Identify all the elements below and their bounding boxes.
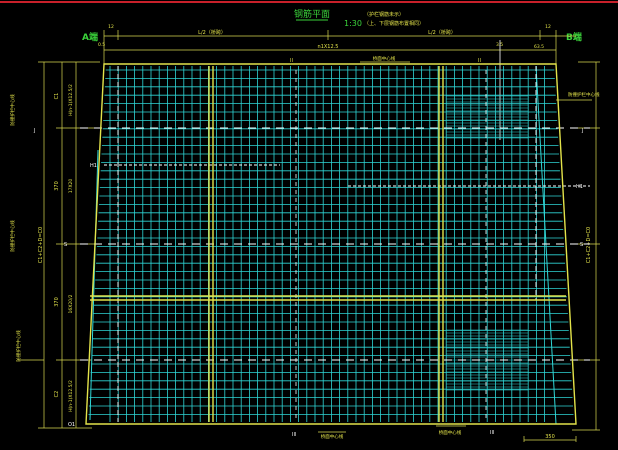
side-dim-left-seg4: C2 <box>54 391 60 398</box>
side-dim-left-txt4: H(n-1)X12.5/2 <box>68 380 74 412</box>
side-dim-left-txt1: H(n-1)X12.5/2 <box>68 84 74 116</box>
marker-h1-right: H1 <box>576 184 583 190</box>
dim-half-left: L/2（桥跨） <box>198 29 226 36</box>
side-dim-left-txt3: 16X20/2 <box>68 294 74 313</box>
marker-top-mid-left: II <box>290 58 293 64</box>
leader-left-1: 防撞护栏中心线 <box>9 94 16 126</box>
leader-right: 防撞护栏中心线 <box>568 91 600 98</box>
rebar-plan-drawing: 钢筋平面 1:30 （护栏钢筋未示） （上、下层钢筋布置相同） A端 B端 L/… <box>0 1 618 442</box>
marker-j-left: J <box>33 128 35 134</box>
side-dim-left-seg3: 370 <box>54 297 60 307</box>
side-dim-left-txt2: 17X20 <box>68 179 74 194</box>
marker-j-right: J <box>581 128 583 134</box>
dim-corner-left: 0.5 <box>98 42 105 48</box>
dim-corner-right: 63.5 <box>534 44 544 50</box>
drawing-scale: 1:30 <box>344 19 362 28</box>
marker-bottom-left: O1 <box>68 422 75 428</box>
drawing-note-2: （上、下层钢筋布置相同） <box>364 20 424 27</box>
dim-half-right: L/2（桥跨） <box>428 29 456 36</box>
dim-mid: n1X12.5 <box>318 44 339 50</box>
marker-bottom-right: III <box>490 430 494 436</box>
rebar-edge <box>535 65 557 425</box>
top-leader-text: 桥面中心线 <box>373 55 396 62</box>
marker-bottom-dim: 350 <box>545 434 555 440</box>
marker-s-left: S <box>64 242 67 248</box>
side-dim-right-total: C1+C2+D=C0 <box>586 227 592 263</box>
side-dim-left-seg2: 370 <box>54 181 60 191</box>
marker-h1-left: H1 <box>90 163 97 169</box>
marker-top-mid-right: II <box>478 58 481 64</box>
bottom-leader-1: 桥面中心线 <box>321 433 344 440</box>
marker-s-right: S <box>580 242 583 248</box>
side-dim-left-total: C1+C2+D=C0 <box>38 227 44 263</box>
rebar-mesh <box>80 65 590 425</box>
bottom-leader-2: 桥面中心线 <box>439 429 462 436</box>
end-b-label: B端 <box>566 31 582 43</box>
leader-left-3: 防撞护栏中心线 <box>15 330 22 362</box>
drawing-note-1: （护栏钢筋未示） <box>364 11 404 18</box>
top-dimension <box>103 30 576 66</box>
left-dimension-chain <box>38 61 100 429</box>
end-a-label: A端 <box>82 31 98 43</box>
leader-left-2: 防撞护栏中心线 <box>9 220 16 252</box>
dim-small-left: 12 <box>108 24 114 30</box>
dim-small-right: 12 <box>545 24 551 30</box>
side-dim-left-seg1: C1 <box>54 93 60 100</box>
marker-bottom-mid: III <box>292 432 296 438</box>
drawing-title: 钢筋平面 <box>294 8 330 20</box>
rebar-edge <box>89 149 99 421</box>
